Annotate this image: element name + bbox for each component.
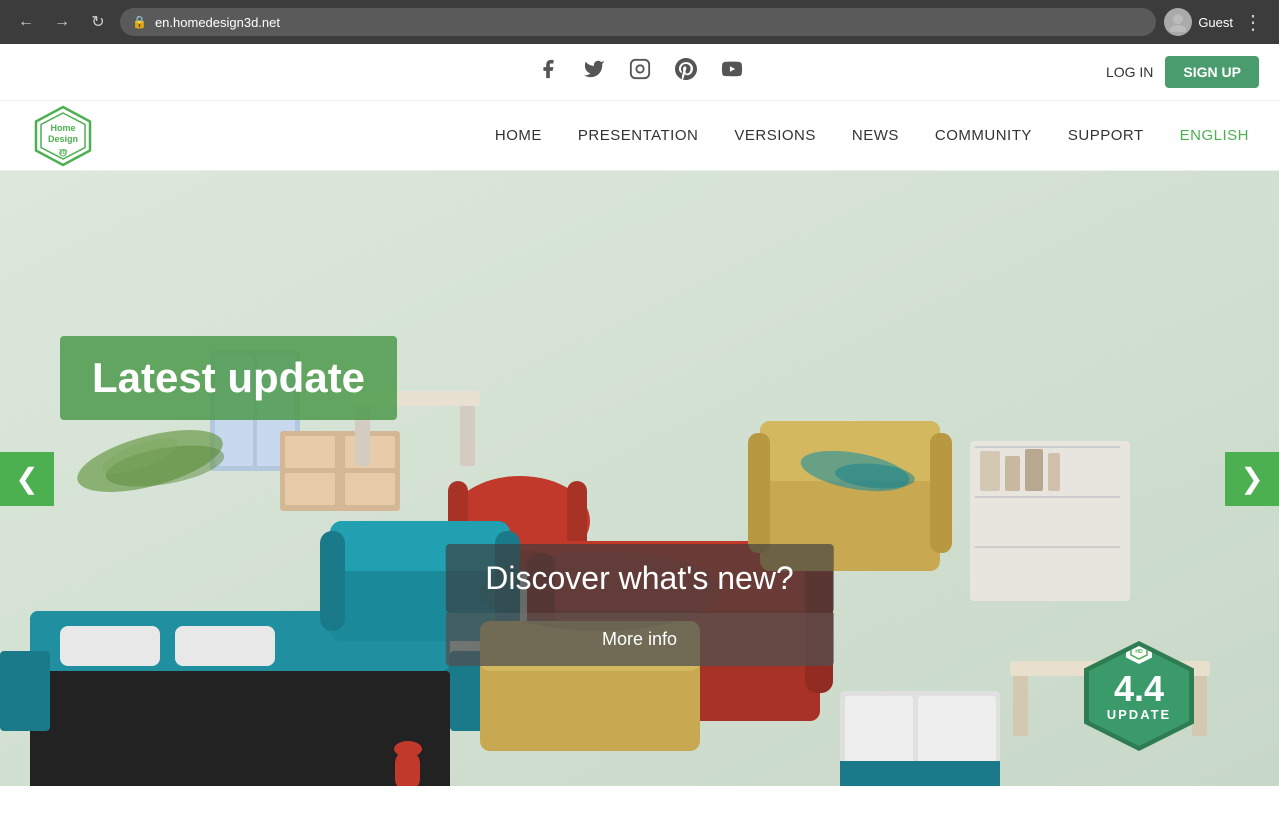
back-button[interactable]: ← (12, 8, 40, 36)
forward-button[interactable]: → (48, 8, 76, 36)
latest-update-text: Latest update (92, 354, 365, 402)
nav-links: HOME PRESENTATION VERSIONS NEWS COMMUNIT… (495, 127, 1249, 145)
nav-support[interactable]: SUPPORT (1068, 127, 1144, 144)
nav-news[interactable]: NEWS (852, 127, 899, 144)
browser-chrome: ← → ↻ 🔒 en.homedesign3d.net Guest ⋮ (0, 0, 1279, 44)
cta-overlay: Discover what's new? More info (445, 544, 833, 666)
nav-presentation[interactable]: PRESENTATION (578, 127, 698, 144)
facebook-link[interactable] (537, 58, 559, 86)
version-logo-small: HD (1126, 638, 1152, 664)
nav-community[interactable]: COMMUNITY (935, 127, 1032, 144)
version-number: 4.4 (1114, 671, 1164, 707)
svg-text:HD: HD (1135, 649, 1143, 655)
carousel-next-button[interactable]: ❯ (1225, 452, 1279, 506)
version-hex-inner: HD 4.4 UPDATE (1089, 646, 1189, 746)
version-badge: HD 4.4 UPDATE (1079, 636, 1199, 756)
carousel-prev-button[interactable]: ❮ (0, 452, 54, 506)
website: LOG IN SIGN UP Home Design 3D HOME PRESE… (0, 44, 1279, 786)
svg-text:Home: Home (50, 123, 75, 133)
navbar: Home Design 3D HOME PRESENTATION VERSION… (0, 101, 1279, 171)
instagram-link[interactable] (629, 58, 651, 86)
signup-button[interactable]: SIGN UP (1165, 56, 1259, 88)
nav-language[interactable]: ENGLISH (1180, 127, 1249, 144)
discover-text: Discover what's new? (445, 544, 833, 613)
youtube-link[interactable] (721, 58, 743, 86)
more-info-button[interactable]: More info (445, 613, 833, 666)
nav-home[interactable]: HOME (495, 127, 542, 144)
auth-links: LOG IN SIGN UP (1106, 56, 1259, 88)
twitter-link[interactable] (583, 58, 605, 86)
logo[interactable]: Home Design 3D (30, 103, 96, 169)
version-hex-container: HD 4.4 UPDATE (1079, 636, 1199, 756)
social-bar: LOG IN SIGN UP (0, 44, 1279, 101)
latest-update-badge: Latest update (60, 336, 397, 420)
nav-versions[interactable]: VERSIONS (734, 127, 816, 144)
reload-button[interactable]: ↻ (84, 8, 112, 36)
user-avatar (1164, 8, 1192, 36)
browser-menu-button[interactable]: ⋮ (1239, 8, 1267, 36)
lock-icon: 🔒 (132, 15, 147, 29)
login-link[interactable]: LOG IN (1106, 64, 1153, 80)
version-label: UPDATE (1107, 707, 1171, 722)
svg-text:Design: Design (48, 134, 78, 144)
version-hex-outer: HD 4.4 UPDATE (1084, 641, 1194, 751)
pinterest-link[interactable] (675, 58, 697, 86)
url-text: en.homedesign3d.net (155, 15, 280, 30)
address-bar[interactable]: 🔒 en.homedesign3d.net (120, 8, 1156, 36)
hero-section: Latest update ❮ Discover what's new? Mor… (0, 171, 1279, 786)
user-area: Guest ⋮ (1164, 8, 1267, 36)
user-name: Guest (1198, 15, 1233, 30)
